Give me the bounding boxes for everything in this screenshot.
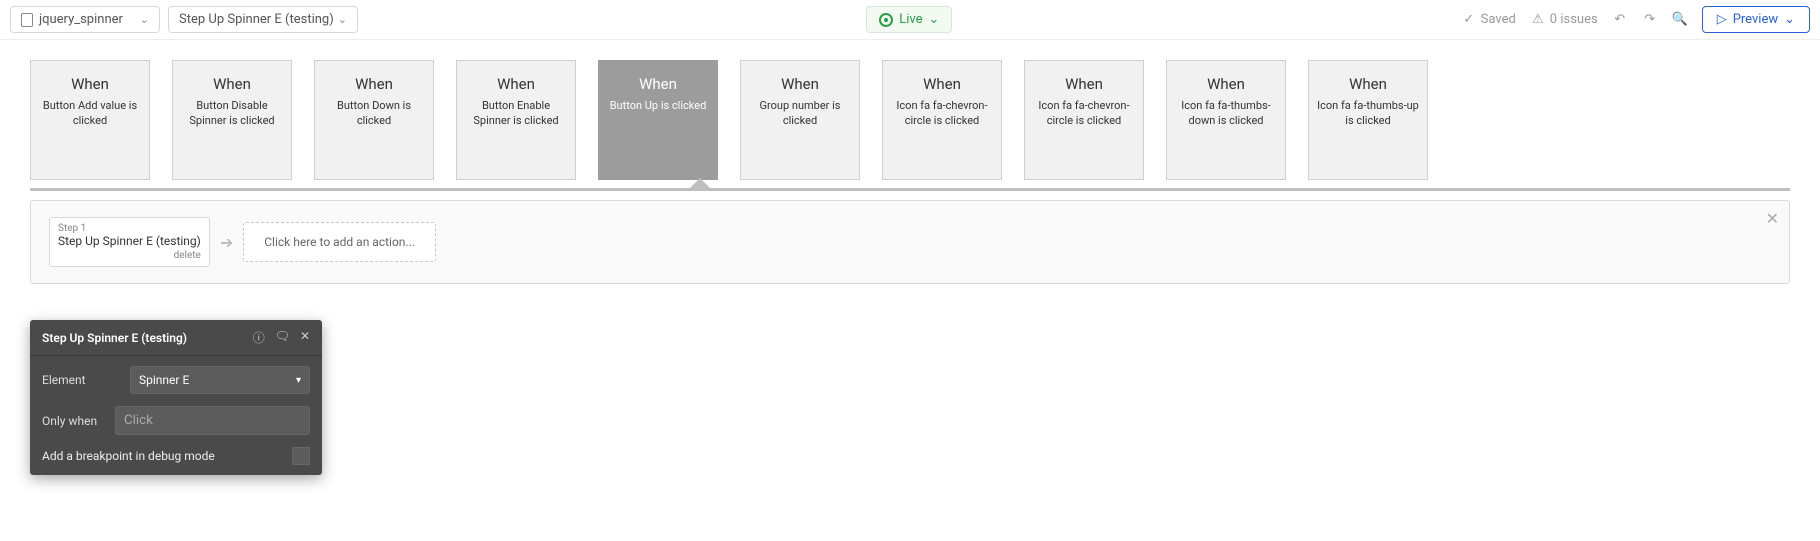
event-when: When: [213, 75, 251, 93]
step-title: Step Up Spinner E (testing): [58, 234, 201, 248]
event-desc: Button Enable Spinner is clicked: [465, 99, 567, 129]
only-when-label: Only when: [42, 414, 107, 428]
chevron-down-icon: ⌄: [1784, 12, 1795, 27]
comment-icon[interactable]: 🗨: [275, 329, 290, 346]
event-desc: Icon fa fa-thumbs-up is clicked: [1317, 99, 1419, 129]
info-icon[interactable]: ⓘ: [253, 329, 265, 346]
undo-icon: ↶: [1612, 12, 1628, 28]
step-chip[interactable]: Step 1 Step Up Spinner E (testing) delet…: [49, 217, 210, 267]
event-card[interactable]: When Button Enable Spinner is clicked: [456, 60, 576, 180]
events-row: When Button Add value is clicked When Butto…: [30, 60, 1790, 180]
event-when: When: [781, 75, 819, 93]
add-action-button[interactable]: Click here to add an action...: [243, 222, 436, 262]
breakpoint-checkbox[interactable]: [292, 447, 310, 465]
property-panel-header[interactable]: Step Up Spinner E (testing) ⓘ 🗨 ✕: [30, 320, 322, 356]
page-dropdown[interactable]: jquery_spinner ⌄: [10, 6, 160, 33]
event-desc: Button Up is clicked: [610, 99, 707, 114]
event-when: When: [355, 75, 393, 93]
search-button[interactable]: 🔍: [1672, 12, 1688, 28]
saved-label: Saved: [1481, 12, 1516, 27]
chevron-down-icon: ⌄: [338, 13, 347, 26]
undo-button[interactable]: ↶: [1612, 12, 1628, 28]
event-desc: Icon fa fa-thumbs-down is clicked: [1175, 99, 1277, 129]
element-field-label: Element: [42, 373, 122, 387]
only-when-input[interactable]: [115, 406, 310, 435]
live-label: Live: [899, 12, 922, 27]
event-desc: Button Add value is clicked: [39, 99, 141, 129]
event-card[interactable]: When Icon fa fa-chevron-circle is clicked: [1024, 60, 1144, 180]
event-card[interactable]: When Group number is clicked: [740, 60, 860, 180]
redo-button[interactable]: ↷: [1642, 12, 1658, 28]
redo-icon: ↷: [1642, 12, 1658, 28]
flow-connector: [30, 178, 1790, 200]
breakpoint-label: Add a breakpoint in debug mode: [42, 449, 215, 463]
event-when: When: [1349, 75, 1387, 93]
event-desc: Button Down is clicked: [323, 99, 425, 129]
globe-icon: [879, 13, 893, 27]
preview-label: Preview: [1733, 12, 1778, 27]
preview-button[interactable]: ▷ Preview ⌄: [1702, 6, 1810, 33]
chevron-down-icon: ⌄: [929, 12, 940, 27]
step-delete[interactable]: delete: [58, 250, 201, 261]
page-dropdown-label: jquery_spinner: [39, 12, 123, 27]
event-when: When: [1065, 75, 1103, 93]
property-panel-title: Step Up Spinner E (testing): [42, 331, 253, 345]
event-card[interactable]: When Button Down is clicked: [314, 60, 434, 180]
element-select-value: Spinner E: [139, 373, 189, 387]
warning-icon: ⚠: [1530, 12, 1546, 28]
close-icon[interactable]: ✕: [1766, 209, 1779, 228]
close-icon[interactable]: ✕: [300, 329, 310, 346]
event-desc: Icon fa fa-chevron-circle is clicked: [1033, 99, 1135, 129]
workflow-canvas: When Button Add value is clicked When Butto…: [0, 40, 1820, 284]
right-tools: ✓ Saved ⚠ 0 issues ↶ ↷ 🔍 ▷ Preview ⌄: [1461, 6, 1810, 33]
event-when: When: [639, 75, 677, 93]
arrow-right-icon: ➔: [220, 233, 233, 252]
play-icon: ▷: [1717, 12, 1727, 27]
event-when: When: [71, 75, 109, 93]
chevron-down-icon: ▾: [296, 375, 301, 386]
event-card[interactable]: When Icon fa fa-thumbs-up is clicked: [1308, 60, 1428, 180]
event-card[interactable]: When Button Disable Spinner is clicked: [172, 60, 292, 180]
event-when: When: [923, 75, 961, 93]
event-card[interactable]: When Button Up is clicked: [598, 60, 718, 180]
flow-panel: ✕ Step 1 Step Up Spinner E (testing) del…: [30, 200, 1790, 284]
issues-label: 0 issues: [1550, 12, 1598, 27]
property-panel: Step Up Spinner E (testing) ⓘ 🗨 ✕ Elemen…: [30, 320, 322, 475]
event-card[interactable]: When Icon fa fa-thumbs-down is clicked: [1166, 60, 1286, 180]
element-dropdown[interactable]: Step Up Spinner E (testing) ⌄: [168, 6, 358, 33]
live-button[interactable]: Live ⌄: [866, 6, 952, 33]
event-when: When: [1207, 75, 1245, 93]
file-icon: [21, 13, 33, 27]
check-icon: ✓: [1461, 12, 1477, 28]
event-card[interactable]: When Button Add value is clicked: [30, 60, 150, 180]
top-toolbar: jquery_spinner ⌄ Step Up Spinner E (test…: [0, 0, 1820, 40]
event-card[interactable]: When Icon fa fa-chevron-circle is clicked: [882, 60, 1002, 180]
step-label: Step 1: [58, 223, 201, 234]
event-desc: Group number is clicked: [749, 99, 851, 129]
element-dropdown-label: Step Up Spinner E (testing): [179, 12, 334, 27]
event-desc: Button Disable Spinner is clicked: [181, 99, 283, 129]
element-select[interactable]: Spinner E ▾: [130, 366, 310, 394]
issues-button[interactable]: ⚠ 0 issues: [1530, 12, 1598, 28]
chevron-down-icon: ⌄: [140, 13, 149, 26]
saved-indicator: ✓ Saved: [1461, 12, 1516, 28]
event-desc: Icon fa fa-chevron-circle is clicked: [891, 99, 993, 129]
event-when: When: [497, 75, 535, 93]
search-icon: 🔍: [1672, 12, 1688, 28]
